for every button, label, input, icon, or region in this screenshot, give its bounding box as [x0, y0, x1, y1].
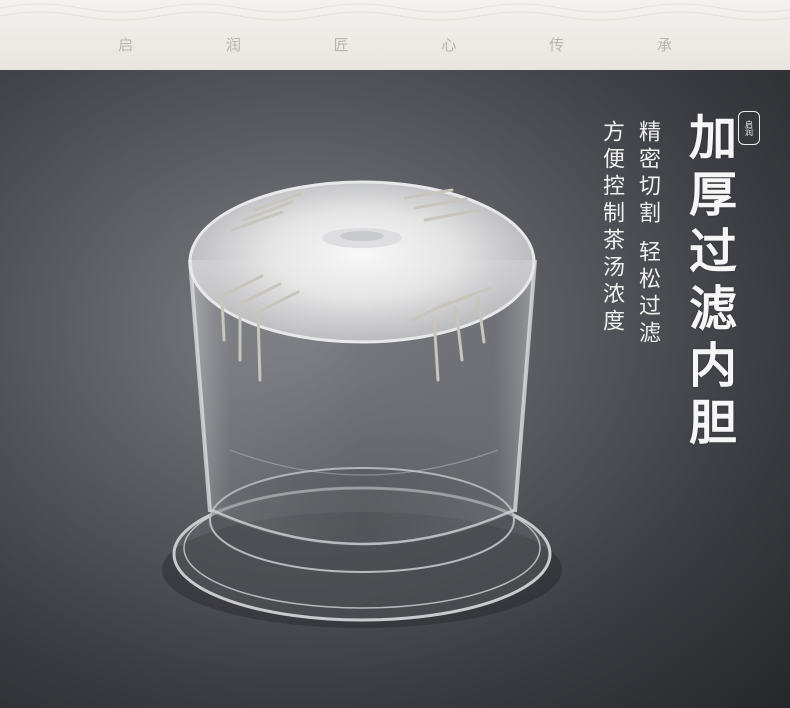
glass-infuser-illustration [162, 180, 562, 628]
banner-slogan: 启 润 匠 心 传 承 [118, 36, 716, 54]
glass-top [188, 180, 536, 344]
banner-pattern [0, 3, 790, 21]
feature-line-2: 方便控制茶汤浓度 [599, 120, 624, 336]
brand-seal: 启润 [738, 111, 760, 145]
product-photo [0, 70, 790, 708]
feature-line-1: 精密切割 轻松过滤 [635, 120, 660, 348]
product-page: 启 润 匠 心 传 承 启润 加厚过滤内胆 精密切割 轻松过滤 方便控制茶汤浓度 [0, 0, 790, 708]
top-banner: 启 润 匠 心 传 承 [0, 0, 790, 70]
headline: 加厚过滤内胆 [680, 112, 736, 454]
